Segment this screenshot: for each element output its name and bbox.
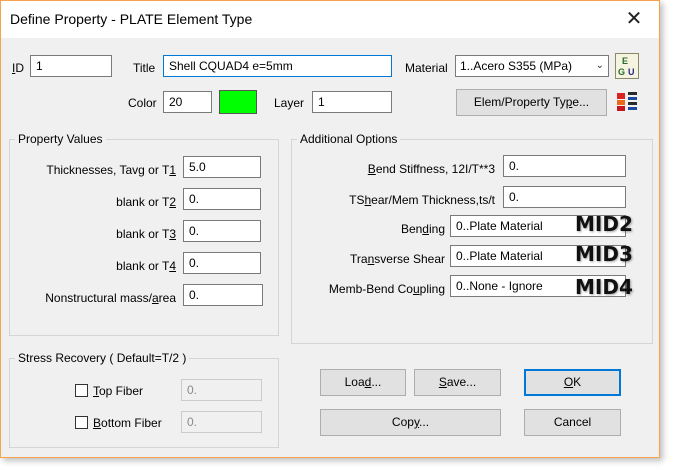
svg-text:U: U [628, 67, 635, 77]
material-dropdown-value: 1..Acero S355 (MPa) [460, 59, 573, 73]
layer-label: Layer [274, 96, 305, 110]
thickness-t4-field[interactable]: 0. [183, 252, 261, 274]
mid4-annotation: MID4 [575, 275, 633, 299]
tshear-field[interactable]: 0. [503, 186, 626, 208]
bottom-fiber-checkbox[interactable] [75, 416, 88, 429]
thickness-t4-label: blank or T4 [116, 259, 176, 273]
dialog-title: Define Property - PLATE Element Type [10, 11, 253, 27]
ok-button[interactable]: OK [524, 369, 621, 396]
id-label: ID [12, 61, 25, 75]
thickness-t2-label: blank or T2 [116, 195, 176, 209]
title-bar: Define Property - PLATE Element Type ✕ [1, 1, 659, 38]
nonstructural-mass-label: Nonstructural mass/area [45, 291, 176, 305]
material-dropdown[interactable]: 1..Acero S355 (MPa) ⌄ [455, 55, 609, 77]
bend-stiffness-field[interactable]: 0. [503, 155, 626, 177]
memb-bend-coupling-label: Memb-Bend Coupling [328, 282, 445, 296]
save-button[interactable]: Save... [414, 369, 501, 396]
thickness-t1-label: Thicknesses, Tavg or T1 [46, 163, 176, 177]
chevron-down-icon: ⌄ [595, 60, 604, 71]
bottom-fiber-label: Bottom Fiber [93, 416, 162, 430]
top-fiber-label: Top Fiber [93, 384, 144, 398]
tshear-label: TShear/Mem Thickness,ts/t [349, 193, 495, 207]
bend-stiffness-label: Bend Stiffness, 12I/T**3 [367, 162, 495, 176]
mid2-annotation: MID2 [575, 212, 633, 236]
title-label: Title [133, 61, 156, 75]
stress-recovery-title: Stress Recovery ( Default=T/2 ) [15, 351, 190, 365]
elem-property-type-button[interactable]: Elem/Property Type... [456, 89, 607, 116]
material-label: Material [405, 61, 448, 75]
svg-text:E: E [622, 56, 628, 66]
stress-recovery-group [9, 358, 279, 448]
bottom-fiber-field[interactable]: 0. [181, 411, 262, 433]
thickness-t3-field[interactable]: 0. [183, 220, 261, 242]
title-field[interactable]: Shell CQUAD4 e=5mm [163, 55, 392, 77]
close-icon[interactable]: ✕ [619, 5, 649, 33]
layer-field[interactable]: 1 [312, 91, 392, 113]
bending-label: Bending [400, 222, 445, 236]
property-values-title: Property Values [15, 132, 106, 146]
thickness-t3-label: blank or T3 [116, 227, 176, 241]
thickness-t2-field[interactable]: 0. [183, 188, 261, 210]
material-editor-icon[interactable]: E G U [615, 53, 639, 79]
copy-button[interactable]: Copy... [320, 409, 501, 436]
transverse-shear-label: Transverse Shear [350, 252, 445, 266]
svg-text:G: G [618, 67, 625, 77]
top-fiber-field[interactable]: 0. [181, 379, 262, 401]
load-button[interactable]: Load... [320, 369, 406, 396]
color-label: Color [128, 96, 157, 110]
color-swatch[interactable] [219, 90, 257, 114]
color-field[interactable]: 20 [163, 91, 212, 113]
nonstructural-mass-field[interactable]: 0. [183, 284, 263, 306]
additional-options-title: Additional Options [297, 132, 401, 146]
mid3-annotation: MID3 [575, 242, 633, 266]
top-fiber-checkbox[interactable] [75, 384, 88, 397]
id-field[interactable]: 1 [30, 55, 112, 77]
thickness-t1-field[interactable]: 5.0 [183, 156, 261, 178]
laminate-icon[interactable] [615, 89, 639, 115]
define-property-dialog: Define Property - PLATE Element Type ✕ I… [0, 0, 660, 458]
cancel-button[interactable]: Cancel [524, 409, 621, 436]
